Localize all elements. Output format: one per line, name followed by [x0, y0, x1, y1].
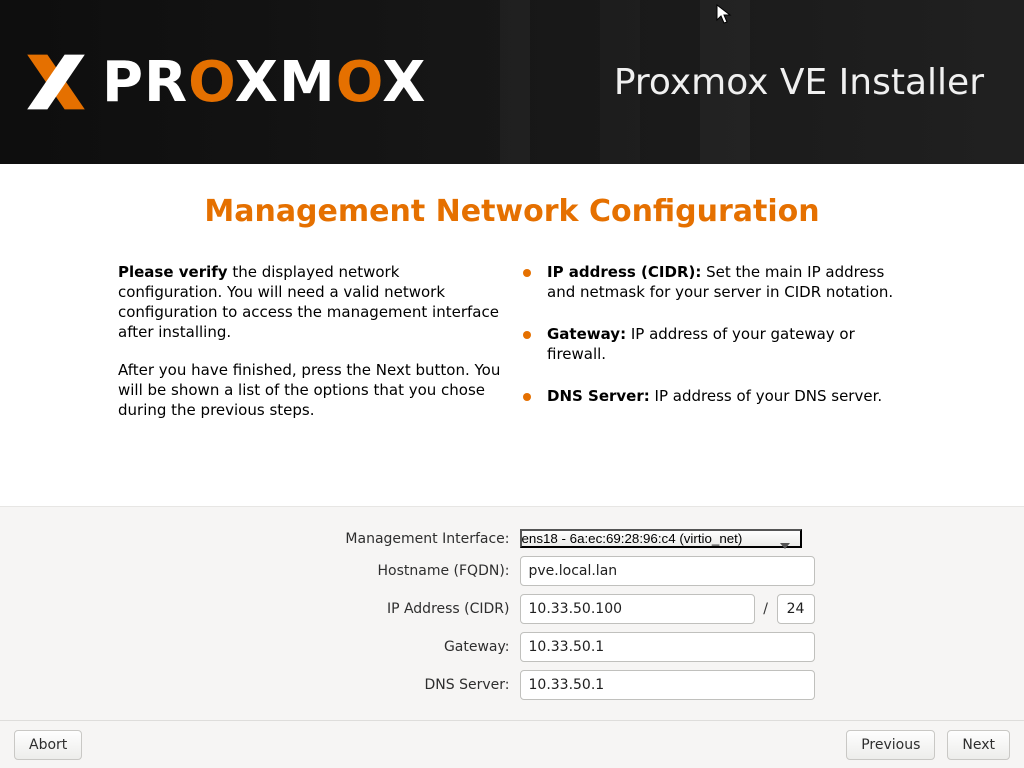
content-area: Management Network Configuration Please … [0, 164, 1024, 506]
intro-paragraph-2: After you have finished, press the Next … [118, 361, 505, 421]
hostname-input[interactable] [520, 556, 815, 586]
next-button[interactable]: Next [947, 730, 1010, 760]
header-banner: PROXMOX Proxmox VE Installer [0, 0, 1024, 164]
bullet-label: DNS Server: [547, 387, 650, 405]
brand-text: XM [235, 50, 336, 115]
brand-wordmark: PROXMOX [102, 50, 426, 115]
dns-server-label: DNS Server: [210, 677, 510, 693]
intro-paragraph-1: Please verify the displayed network conf… [118, 263, 505, 343]
brand-text: PR [102, 50, 188, 115]
gateway-label: Gateway: [210, 639, 510, 655]
brand-text: O [336, 50, 383, 115]
bullet-label: IP address (CIDR): [547, 263, 701, 281]
ip-address-input[interactable] [520, 594, 755, 624]
dns-server-input[interactable] [520, 670, 815, 700]
hostname-label: Hostname (FQDN): [210, 563, 510, 579]
intro-column: Please verify the displayed network conf… [118, 263, 505, 439]
abort-button[interactable]: Abort [14, 730, 82, 760]
brand-text: X [382, 50, 426, 115]
gateway-input[interactable] [520, 632, 815, 662]
brand-logo: PROXMOX [20, 46, 426, 118]
bullet-label: Gateway: [547, 325, 626, 343]
mouse-cursor-icon [716, 4, 734, 26]
mgmt-interface-label: Management Interface: [210, 531, 510, 547]
form-area: Management Interface: ens18 - 6a:ec:69:2… [0, 506, 1024, 720]
bullet-item: DNS Server: IP address of your DNS serve… [519, 387, 906, 407]
page-title: Management Network Configuration [0, 194, 1024, 229]
footer-bar: Abort Previous Next [0, 720, 1024, 768]
bullet-column: IP address (CIDR): Set the main IP addre… [519, 263, 906, 439]
installer-title: Proxmox VE Installer [614, 62, 1004, 103]
bullet-item: IP address (CIDR): Set the main IP addre… [519, 263, 906, 303]
mgmt-interface-value: ens18 - 6a:ec:69:28:96:c4 (virtio_net) [522, 531, 743, 546]
proxmox-mark-icon [20, 46, 92, 118]
cidr-separator: / [761, 601, 771, 617]
ip-address-label: IP Address (CIDR) [210, 601, 510, 617]
bullet-text: IP address of your DNS server. [650, 387, 882, 405]
bullet-item: Gateway: IP address of your gateway or f… [519, 325, 906, 365]
intro-strong: Please verify [118, 263, 228, 281]
previous-button[interactable]: Previous [846, 730, 935, 760]
cidr-input[interactable] [777, 594, 815, 624]
brand-text: O [188, 50, 235, 115]
mgmt-interface-select[interactable]: ens18 - 6a:ec:69:28:96:c4 (virtio_net) [520, 529, 802, 548]
